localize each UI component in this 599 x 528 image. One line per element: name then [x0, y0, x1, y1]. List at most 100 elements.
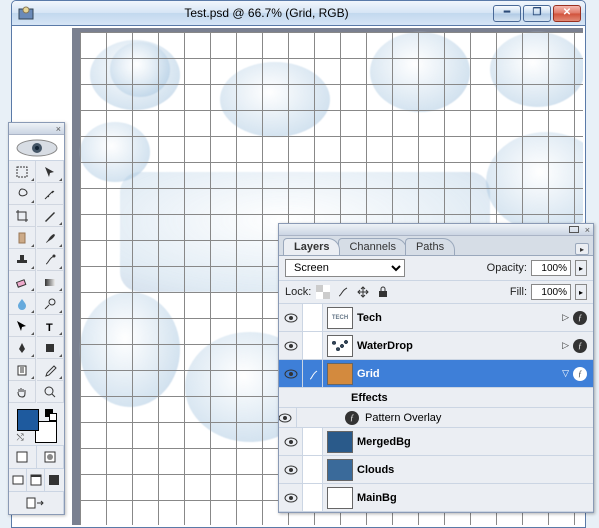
- blend-row: Screen Opacity: ▸: [279, 256, 593, 281]
- type-tool[interactable]: T: [37, 315, 64, 337]
- visibility-toggle[interactable]: [279, 408, 297, 427]
- layer-thumbnail[interactable]: [327, 459, 353, 481]
- crop-tool[interactable]: [9, 205, 36, 227]
- lock-image-icon[interactable]: [335, 284, 351, 300]
- effect-name[interactable]: Pattern Overlay: [365, 412, 441, 424]
- collapse-icon[interactable]: ▽: [562, 368, 569, 379]
- dodge-tool[interactable]: [37, 293, 64, 315]
- layer-row[interactable]: MainBg: [279, 484, 593, 512]
- layer-name[interactable]: Grid: [357, 368, 562, 380]
- slice-tool[interactable]: [37, 205, 64, 227]
- expand-icon[interactable]: ▷: [562, 312, 569, 323]
- link-cell[interactable]: [303, 360, 323, 387]
- toolbox-palette[interactable]: × T ⤭: [8, 122, 65, 515]
- layer-thumbnail[interactable]: [327, 335, 353, 357]
- standard-mode-button[interactable]: [9, 446, 37, 468]
- marquee-tool[interactable]: [9, 161, 36, 183]
- close-button[interactable]: ✕: [553, 5, 581, 22]
- layer-row[interactable]: Grid ▽ ƒ: [279, 360, 593, 388]
- opacity-flyout[interactable]: ▸: [575, 260, 587, 276]
- effect-row[interactable]: ƒ Pattern Overlay: [279, 408, 593, 428]
- layer-row[interactable]: Clouds: [279, 456, 593, 484]
- link-cell[interactable]: [303, 332, 323, 359]
- layer-thumbnail[interactable]: TECH: [327, 307, 353, 329]
- tab-layers[interactable]: Layers: [283, 238, 340, 255]
- screen-mode-menubar[interactable]: [27, 469, 45, 491]
- layer-name[interactable]: MainBg: [357, 492, 593, 504]
- visibility-toggle[interactable]: [279, 332, 303, 359]
- notes-tool[interactable]: [9, 359, 36, 381]
- wand-tool[interactable]: [37, 183, 64, 205]
- gradient-tool[interactable]: [37, 271, 64, 293]
- eraser-tool[interactable]: [9, 271, 36, 293]
- layer-row[interactable]: MergedBg: [279, 428, 593, 456]
- tab-channels[interactable]: Channels: [338, 238, 406, 255]
- lock-transparency-icon[interactable]: [315, 284, 331, 300]
- fx-icon[interactable]: ƒ: [573, 311, 587, 325]
- hand-tool[interactable]: [9, 381, 36, 403]
- layer-name[interactable]: MergedBg: [357, 436, 593, 448]
- visibility-toggle[interactable]: [279, 360, 303, 387]
- layer-list[interactable]: TECH Tech ▷ ƒ WaterDrop ▷ ƒ Grid ▽ ƒ Effect…: [279, 304, 593, 512]
- tool-grid: T: [9, 161, 64, 403]
- maximize-button[interactable]: ❐: [523, 5, 551, 22]
- palette-menu-button[interactable]: [575, 243, 589, 255]
- visibility-toggle[interactable]: [279, 456, 303, 483]
- layer-name[interactable]: Clouds: [357, 464, 593, 476]
- layer-thumbnail[interactable]: [327, 431, 353, 453]
- foreground-color-swatch[interactable]: [17, 409, 39, 431]
- link-cell[interactable]: [303, 304, 323, 331]
- shape-tool[interactable]: [37, 337, 64, 359]
- layer-thumbnail[interactable]: [327, 487, 353, 509]
- minimize-button[interactable]: ━: [493, 5, 521, 22]
- brush-tool[interactable]: [37, 227, 64, 249]
- visibility-toggle[interactable]: [279, 304, 303, 331]
- opacity-label: Opacity:: [487, 262, 527, 274]
- color-swatches[interactable]: ⤭: [9, 403, 64, 445]
- opacity-input[interactable]: [531, 260, 571, 276]
- path-select-tool[interactable]: [9, 315, 36, 337]
- close-icon[interactable]: ×: [56, 124, 61, 134]
- effects-header[interactable]: Effects: [279, 388, 593, 408]
- layer-row[interactable]: TECH Tech ▷ ƒ: [279, 304, 593, 332]
- screen-mode-standard[interactable]: [9, 469, 27, 491]
- lock-all-icon[interactable]: [375, 284, 391, 300]
- layers-palette[interactable]: × Layers Channels Paths Screen Opacity: …: [278, 223, 594, 513]
- visibility-toggle[interactable]: [279, 428, 303, 455]
- layer-name[interactable]: WaterDrop: [357, 340, 562, 352]
- palette-header[interactable]: ×: [9, 123, 64, 135]
- fx-icon[interactable]: ƒ: [573, 339, 587, 353]
- visibility-toggle[interactable]: [279, 484, 303, 511]
- blend-mode-select[interactable]: Screen: [285, 259, 405, 277]
- layer-row[interactable]: WaterDrop ▷ ƒ: [279, 332, 593, 360]
- screen-mode-full[interactable]: [45, 469, 63, 491]
- eyedropper-tool[interactable]: [37, 359, 64, 381]
- layer-name[interactable]: Tech: [357, 312, 562, 324]
- link-cell[interactable]: [303, 484, 323, 511]
- stamp-tool[interactable]: [9, 249, 36, 271]
- palette-header[interactable]: ×: [279, 224, 593, 236]
- link-cell[interactable]: [303, 428, 323, 455]
- lock-position-icon[interactable]: [355, 284, 371, 300]
- move-tool[interactable]: [37, 161, 64, 183]
- default-colors-icon[interactable]: [45, 409, 57, 421]
- fill-flyout[interactable]: ▸: [575, 284, 587, 300]
- swap-colors-icon[interactable]: ⤭: [17, 432, 24, 443]
- fx-icon[interactable]: ƒ: [573, 367, 587, 381]
- tab-paths[interactable]: Paths: [405, 238, 455, 255]
- close-icon[interactable]: ×: [585, 225, 590, 235]
- expand-icon[interactable]: ▷: [562, 340, 569, 351]
- lasso-tool[interactable]: [9, 183, 36, 205]
- layer-thumbnail[interactable]: [327, 363, 353, 385]
- quickmask-mode-button[interactable]: [37, 446, 65, 468]
- jump-to-button[interactable]: [9, 492, 64, 514]
- blur-tool[interactable]: [9, 293, 36, 315]
- pen-tool[interactable]: [9, 337, 36, 359]
- dock-icon[interactable]: [569, 226, 579, 233]
- fill-input[interactable]: [531, 284, 571, 300]
- link-cell[interactable]: [303, 456, 323, 483]
- zoom-tool[interactable]: [37, 381, 64, 403]
- titlebar[interactable]: Test.psd @ 66.7% (Grid, RGB) ━ ❐ ✕: [12, 1, 585, 26]
- heal-tool[interactable]: [9, 227, 36, 249]
- history-brush-tool[interactable]: [37, 249, 64, 271]
